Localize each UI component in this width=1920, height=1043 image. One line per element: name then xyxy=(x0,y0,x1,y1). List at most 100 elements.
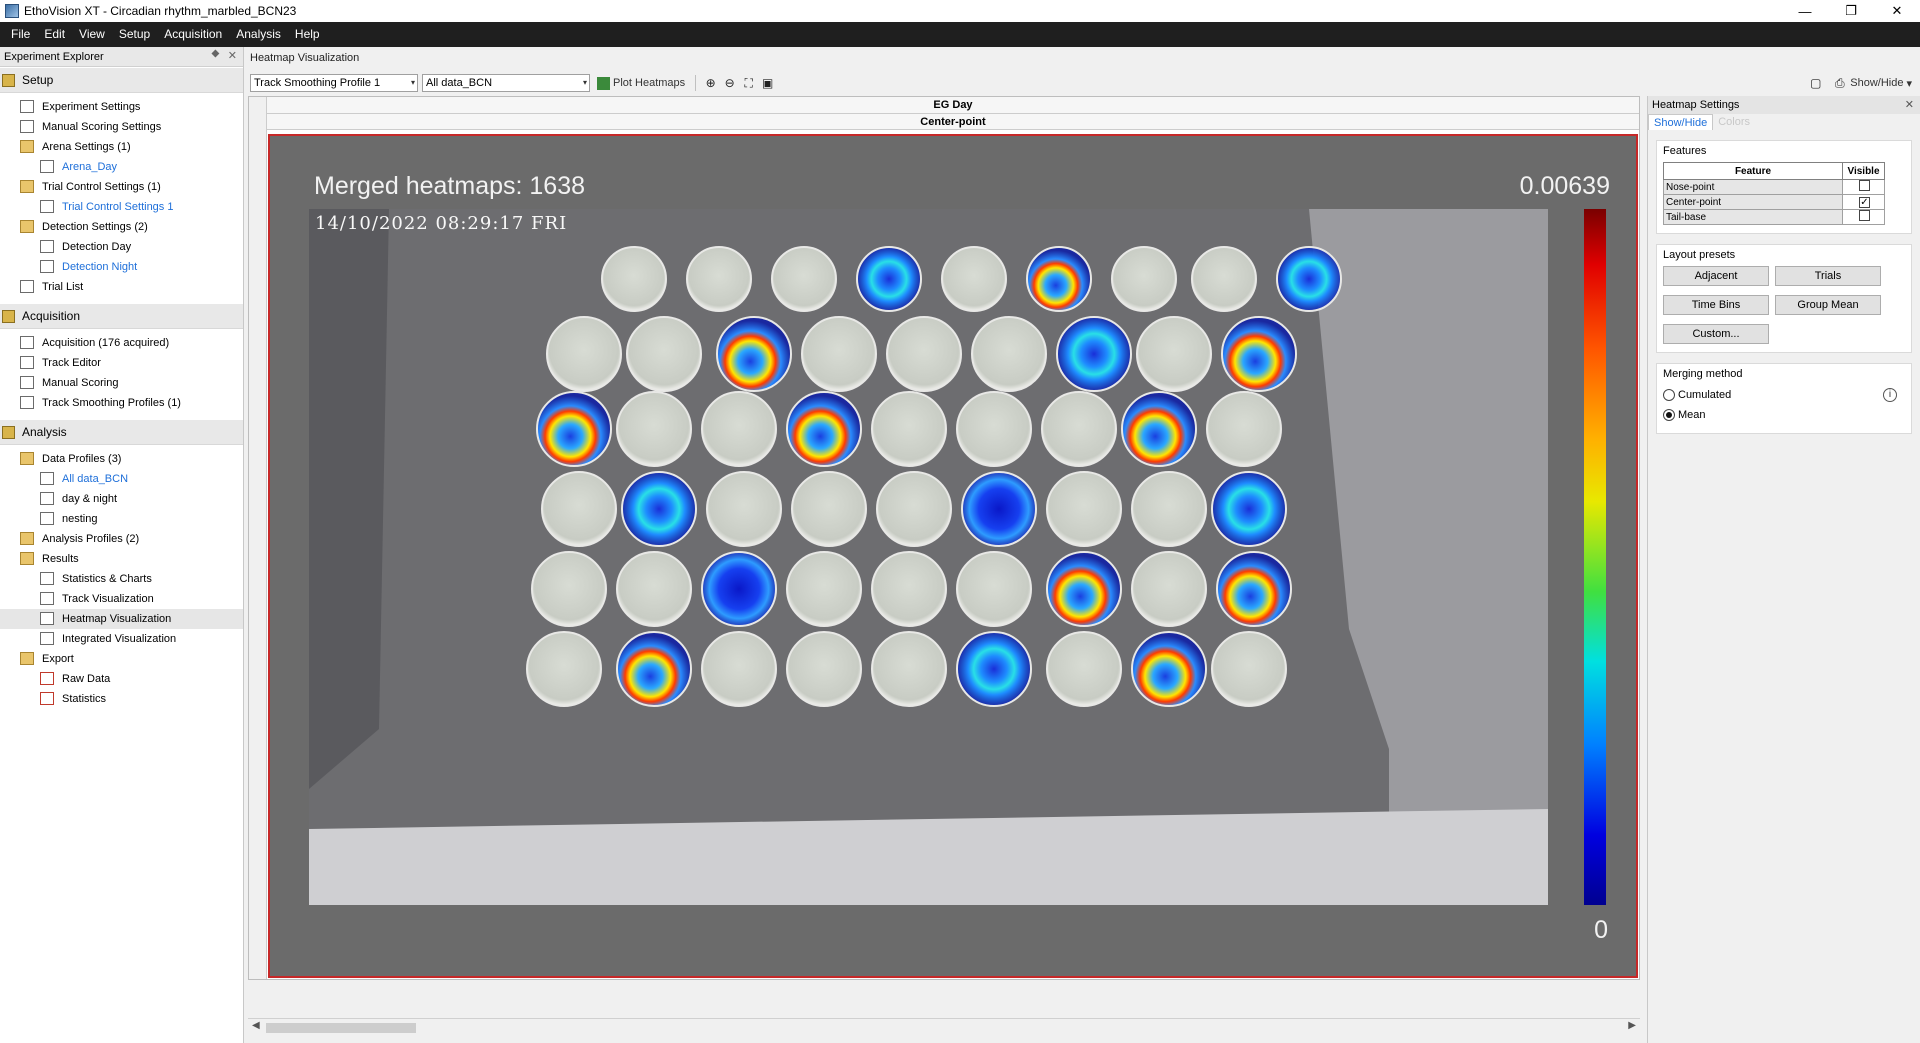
tree-item-statistics-charts[interactable]: Statistics & Charts xyxy=(0,569,243,589)
settings-doc-icon xyxy=(20,100,34,113)
zoom-in-icon[interactable]: ⊕ xyxy=(703,76,718,91)
visible-checkbox[interactable]: ✓ xyxy=(1859,196,1870,208)
section-setup[interactable]: Setup xyxy=(0,67,243,93)
tree-item-arena-day[interactable]: Arena_Day xyxy=(0,157,243,177)
close-window-button[interactable]: ✕ xyxy=(1874,0,1920,22)
tree-item-data-profiles-3[interactable]: Data Profiles (3) xyxy=(0,449,243,469)
trials-button[interactable]: Trials xyxy=(1775,266,1881,286)
tree-item-raw-data[interactable]: Raw Data xyxy=(0,669,243,689)
tab-show-hide[interactable]: Show/Hide xyxy=(1648,114,1714,130)
tree-item-results[interactable]: Results xyxy=(0,549,243,569)
arena-dish xyxy=(801,316,877,392)
heatmap-canvas[interactable]: Merged heatmaps: 1638 0.00639 0 14/10/20… xyxy=(268,134,1638,978)
menu-view[interactable]: View xyxy=(72,22,112,47)
analysis-section-icon xyxy=(2,426,15,439)
pin-icon[interactable]: ⯁ xyxy=(211,49,220,62)
zoom-out-icon[interactable]: ⊖ xyxy=(722,76,737,91)
smoothing-profile-select[interactable]: Track Smoothing Profile 1 ▾ xyxy=(250,74,418,92)
menu-help[interactable]: Help xyxy=(288,22,327,47)
arena-dish xyxy=(1136,316,1212,392)
feature-name: Tail-base xyxy=(1663,209,1843,225)
group-mean-button[interactable]: Group Mean xyxy=(1775,295,1881,315)
tree-item-detection-settings-2[interactable]: Detection Settings (2) xyxy=(0,217,243,237)
mean-radio[interactable] xyxy=(1663,409,1675,421)
tree-item-trial-control-settings-1[interactable]: Trial Control Settings (1) xyxy=(0,177,243,197)
camera-icon[interactable]: ▣ xyxy=(760,76,775,91)
horizontal-scrollbar[interactable]: ◀ ▶ xyxy=(248,1018,1640,1036)
tree-item-label: Detection Night xyxy=(62,261,138,273)
custom-button[interactable]: Custom... xyxy=(1663,324,1769,344)
minimize-button[interactable]: — xyxy=(1782,0,1828,22)
plot-heatmaps-button[interactable]: Plot Heatmaps xyxy=(594,74,688,92)
zoom-fit-icon[interactable]: ⛶ xyxy=(741,76,756,91)
scroll-left-icon[interactable]: ◀ xyxy=(252,1020,260,1031)
visible-checkbox[interactable] xyxy=(1859,180,1870,191)
tree-item-trial-control-settings-1[interactable]: Trial Control Settings 1 xyxy=(0,197,243,217)
tree-item-track-editor[interactable]: Track Editor xyxy=(0,353,243,373)
tree-item-nesting[interactable]: nesting xyxy=(0,509,243,529)
show-hide-button[interactable]: ⎙ Show/Hide ▾ xyxy=(1829,74,1915,92)
tree-item-label: All data_BCN xyxy=(62,473,129,485)
section-label: Acquisition xyxy=(22,309,81,323)
adjacent-button[interactable]: Adjacent xyxy=(1663,266,1769,286)
tree-item-track-smoothing-profiles-1[interactable]: Track Smoothing Profiles (1) xyxy=(0,393,243,413)
tree-item-trial-list[interactable]: Trial List xyxy=(0,277,243,297)
tree-item-experiment-settings[interactable]: Experiment Settings xyxy=(0,97,243,117)
restore-button[interactable]: ❐ xyxy=(1828,0,1874,22)
tree-item-label: Analysis Profiles (2) xyxy=(42,533,140,545)
tree-item-statistics[interactable]: Statistics xyxy=(0,689,243,709)
acquisition-icon xyxy=(20,336,34,349)
tree-item-track-visualization[interactable]: Track Visualization xyxy=(0,589,243,609)
tree-item-integrated-visualization[interactable]: Integrated Visualization xyxy=(0,629,243,649)
menu-acquisition[interactable]: Acquisition xyxy=(157,22,229,47)
section-label: Analysis xyxy=(22,425,67,439)
tree-item-analysis-profiles-2[interactable]: Analysis Profiles (2) xyxy=(0,529,243,549)
manual-scoring-icon xyxy=(20,376,34,389)
tree-item-detection-day[interactable]: Detection Day xyxy=(0,237,243,257)
menu-edit[interactable]: Edit xyxy=(37,22,72,47)
settings-title: Heatmap Settings xyxy=(1652,99,1740,111)
menu-file[interactable]: File xyxy=(4,22,37,47)
mean-radio-row[interactable]: Mean xyxy=(1663,405,1905,425)
visible-checkbox[interactable] xyxy=(1859,210,1870,221)
tab-colors[interactable]: Colors xyxy=(1713,114,1755,130)
menu-bar: File Edit View Setup Acquisition Analysi… xyxy=(0,22,1920,47)
arena-dish xyxy=(616,551,692,627)
scroll-right-icon[interactable]: ▶ xyxy=(1628,1020,1636,1031)
tree-item-heatmap-visualization[interactable]: Heatmap Visualization xyxy=(0,609,243,629)
arena-dish xyxy=(771,246,837,312)
arena-dish xyxy=(1211,631,1287,707)
close-explorer-icon[interactable]: ✕ xyxy=(228,49,237,62)
data-profile-select[interactable]: All data_BCN ▾ xyxy=(422,74,590,92)
merged-heatmaps-title: Merged heatmaps: 1638 xyxy=(314,172,586,200)
window-controls: — ❐ ✕ xyxy=(1782,0,1920,22)
tree-item-acquisition-176-acquired[interactable]: Acquisition (176 acquired) xyxy=(0,333,243,353)
merging-method-group: Merging method Cumulated i Mean xyxy=(1656,363,1912,434)
arena-dish xyxy=(871,391,947,467)
plot-icon xyxy=(597,76,610,90)
tree-item-label: Manual Scoring xyxy=(42,377,119,389)
tree-item-manual-scoring[interactable]: Manual Scoring xyxy=(0,373,243,393)
info-icon[interactable]: i xyxy=(1883,388,1897,402)
scrollbar-thumb[interactable] xyxy=(266,1023,416,1033)
tree-item-export[interactable]: Export xyxy=(0,649,243,669)
tree-item-manual-scoring-settings[interactable]: Manual Scoring Settings xyxy=(0,117,243,137)
tree-item-arena-settings-1[interactable]: Arena Settings (1) xyxy=(0,137,243,157)
cumulated-radio[interactable] xyxy=(1663,389,1675,401)
close-settings-icon[interactable]: ✕ xyxy=(1905,96,1914,114)
cumulated-radio-row[interactable]: Cumulated i xyxy=(1663,385,1905,405)
explorer-title: Experiment Explorer xyxy=(4,50,104,63)
section-analysis[interactable]: Analysis xyxy=(0,419,243,445)
tree-item-day-night[interactable]: day & night xyxy=(0,489,243,509)
menu-setup[interactable]: Setup xyxy=(112,22,157,47)
tree-item-all-data-bcn[interactable]: All data_BCN xyxy=(0,469,243,489)
tree-item-detection-night[interactable]: Detection Night xyxy=(0,257,243,277)
feature-header: Center-point xyxy=(267,114,1639,130)
data-profile-value: All data_BCN xyxy=(426,77,493,89)
mean-label: Mean xyxy=(1678,409,1706,421)
window-layout-icon[interactable]: ▢ xyxy=(1808,76,1823,91)
time-bins-button[interactable]: Time Bins xyxy=(1663,295,1769,315)
section-acquisition[interactable]: Acquisition xyxy=(0,303,243,329)
menu-analysis[interactable]: Analysis xyxy=(229,22,288,47)
visible-column-header: Visible xyxy=(1842,162,1885,180)
